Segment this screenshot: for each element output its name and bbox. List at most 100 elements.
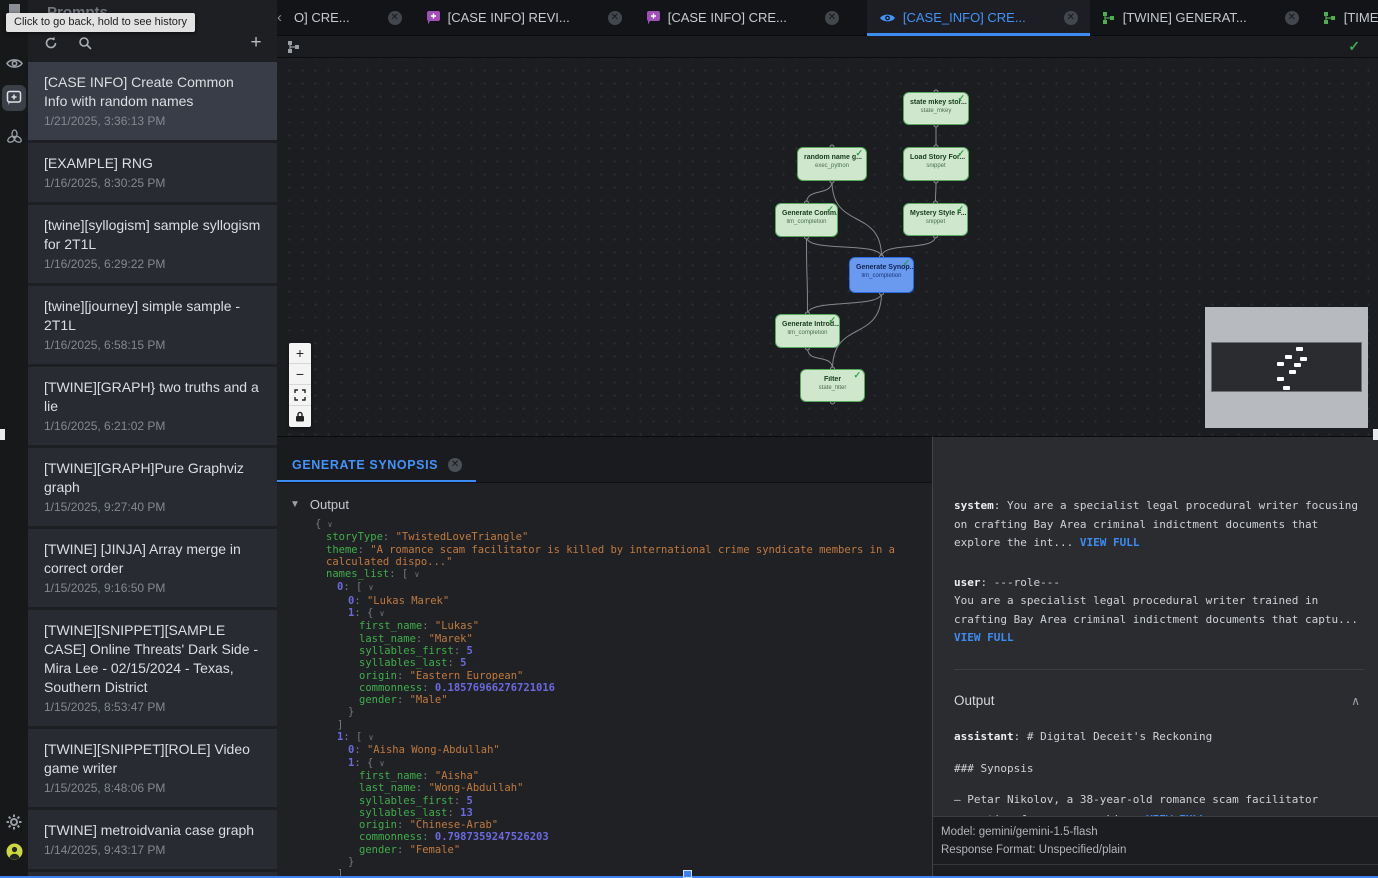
graph-node-generate_synop[interactable]: ✓Generate Synop...llm_completion <box>849 257 914 293</box>
tab-label: [TWINE] GENERAT... <box>1123 10 1247 25</box>
refresh-icon[interactable] <box>42 34 60 52</box>
tab-6[interactable]: [TIMELINE] CASE ...✕ <box>1311 0 1378 35</box>
fold-chevron-icon[interactable]: ∨ <box>369 733 374 742</box>
json-token: syllables_first <box>359 795 454 807</box>
graph-node-random_name[interactable]: ✓random name g...exec_python <box>797 147 867 181</box>
close-icon[interactable]: ✕ <box>825 11 839 25</box>
zoom-in-button[interactable]: + <box>289 343 311 364</box>
fold-chevron-icon[interactable]: ∨ <box>415 570 420 579</box>
chevron-up-icon[interactable]: ∧ <box>1351 692 1364 711</box>
prompt-title: [TWINE] [JINJA] Array merge in correct o… <box>44 540 261 578</box>
json-token: : <box>397 670 410 682</box>
json-token: "TwistedLoveTriangle" <box>396 531 529 543</box>
prompt-list-item[interactable]: [twine][syllogism] sample syllogism for … <box>28 205 277 283</box>
graph-node-generate_comm[interactable]: ✓Generate Comm...llm_completion <box>775 203 838 237</box>
back-icon[interactable] <box>9 4 20 13</box>
fit-view-button[interactable] <box>289 385 311 406</box>
minimap-viewport[interactable] <box>1211 342 1362 392</box>
message-text: ### Synopsis <box>954 762 1033 775</box>
json-token: "Eastern European" <box>410 670 524 682</box>
prompt-title: [TWINE][GRAPH]Pure Graphviz graph <box>44 459 261 497</box>
json-line: gender: "Female" <box>277 844 932 856</box>
output-section-label: Output <box>310 497 349 512</box>
view-full-link[interactable]: VIEW FULL <box>954 631 1014 644</box>
gear-icon[interactable] <box>0 809 28 835</box>
json-token: : <box>422 770 435 782</box>
graph-node-mystery_style[interactable]: ✓Mystery Style F...snippet <box>903 203 968 236</box>
json-token: last_name <box>359 782 416 794</box>
eye-icon[interactable] <box>0 50 28 76</box>
tab-generate-synopsis[interactable]: GENERATE SYNOPSIS ✕ <box>277 448 476 482</box>
output-json-tree[interactable]: { ∨storyType: "TwistedLoveTriangle"theme… <box>277 518 932 878</box>
resize-handle-left[interactable] <box>0 429 5 440</box>
message-text: : <box>1014 730 1027 743</box>
resize-handle[interactable] <box>683 870 692 878</box>
graph-node-state_mkey[interactable]: ✓state mkey stor...state_mkey <box>903 92 969 125</box>
close-icon[interactable]: ✕ <box>1064 11 1078 25</box>
message-text: crafting Bay Area criminal indictment do… <box>954 613 1358 626</box>
json-line: first_name: "Lukas" <box>277 620 932 632</box>
prompt-title: [TWINE][SNIPPET][SAMPLE CASE] Online Thr… <box>44 621 261 697</box>
json-line: names_list: [ ∨ <box>277 568 932 581</box>
node-check-icon: ✓ <box>855 148 863 159</box>
graph-node-generate_introd[interactable]: ✓Generate Introd...llm_completion <box>775 314 840 348</box>
lock-button[interactable] <box>289 406 311 427</box>
message-text: : <box>994 499 1007 512</box>
fold-chevron-icon[interactable]: ∨ <box>369 583 374 592</box>
json-token: : <box>358 544 371 556</box>
view-full-link[interactable]: VIEW FULL <box>1080 536 1140 549</box>
json-line: origin: "Eastern European" <box>277 670 932 682</box>
tab-5[interactable]: [TWINE] GENERAT... ✕ <box>1090 0 1311 35</box>
graph-node-filter[interactable]: ✓Filterstate_filter <box>800 369 865 402</box>
prompt-list-item[interactable]: [TWINE] [JINJA] Array merge in correct o… <box>28 529 277 607</box>
close-icon[interactable]: ✕ <box>388 11 402 25</box>
minimap-node-dot <box>1296 347 1303 351</box>
message-line: You are a specialist legal procedural wr… <box>954 592 1364 611</box>
add-prompt-button[interactable]: + <box>247 34 265 52</box>
json-line: commonness: 0.18576966276721016 <box>277 682 932 694</box>
json-token: : [ <box>343 731 368 743</box>
chat-icon <box>646 10 661 25</box>
prompt-list-item[interactable]: [EXAMPLE] RNG1/16/2025, 8:30:25 PM <box>28 143 277 202</box>
minimap[interactable] <box>1205 307 1368 428</box>
tab-4[interactable]: [CASE_INFO] CRE...✕ <box>867 0 1090 35</box>
fold-chevron-icon[interactable]: ∨ <box>328 520 333 529</box>
json-token: ] <box>337 719 343 731</box>
fold-chevron-icon[interactable]: ∨ <box>380 609 385 618</box>
prompt-list-item[interactable]: [TWINE][GRAPH]Pure Graphviz graph1/15/20… <box>28 448 277 526</box>
tab-3[interactable]: [CASE INFO] CRE...✕ <box>634 0 851 35</box>
graph-icon <box>1102 11 1116 25</box>
tab-1[interactable]: O] CRE...✕ <box>282 0 414 35</box>
graph-canvas[interactable]: ✓ ✓state mkey stor...state_mkey ✓random n… <box>277 36 1378 436</box>
resize-handle-right[interactable] <box>1373 429 1378 440</box>
fold-chevron-icon[interactable]: ∨ <box>380 759 385 768</box>
tab-2[interactable]: [CASE INFO] REVI...✕ <box>414 0 634 35</box>
message-text: You are a specialist legal procedural wr… <box>954 594 1318 607</box>
graph-node-load_story[interactable]: ✓Load Story For...snippet <box>903 147 969 181</box>
output-tab-label: GENERATE SYNOPSIS <box>292 458 438 472</box>
avatar-icon[interactable] <box>0 838 28 864</box>
json-token: : <box>354 595 367 607</box>
close-icon[interactable]: ✕ <box>608 11 622 25</box>
close-icon[interactable]: ✕ <box>1285 11 1299 25</box>
chevron-down-icon[interactable]: ▼ <box>290 499 300 510</box>
prompts-toolbar: + <box>28 28 277 58</box>
message-text: assistant <box>954 730 1014 743</box>
minimap-node-dot <box>1283 386 1290 390</box>
knot-icon[interactable] <box>0 124 28 150</box>
search-icon[interactable] <box>76 34 94 52</box>
prompt-timestamp: 1/16/2025, 8:30:25 PM <box>44 176 261 190</box>
prompt-list-item[interactable]: [twine][journey] simple sample - 2T1L1/1… <box>28 286 277 364</box>
zoom-out-button[interactable]: − <box>289 364 311 385</box>
json-token: } <box>348 706 354 718</box>
chat-plus-icon[interactable] <box>2 85 26 111</box>
prompt-list-item[interactable]: [CASE INFO] Create Common Info with rand… <box>28 62 277 140</box>
prompt-list-item[interactable]: [TWINE][GRAPH} two truths and a lie1/16/… <box>28 367 277 445</box>
prompt-list-item[interactable]: [TWINE][SNIPPET][ROLE] Video game writer… <box>28 729 277 807</box>
json-line: syllables_last: 13 <box>277 807 932 819</box>
prompt-list-item[interactable]: [TWINE] metroidvania case graph1/14/2025… <box>28 810 277 869</box>
prompt-list-item[interactable]: [TWINE][SNIPPET][SAMPLE CASE] Online Thr… <box>28 610 277 726</box>
node-check-icon: ✓ <box>902 258 910 269</box>
close-icon[interactable]: ✕ <box>448 458 462 472</box>
json-line: ] <box>277 719 932 731</box>
